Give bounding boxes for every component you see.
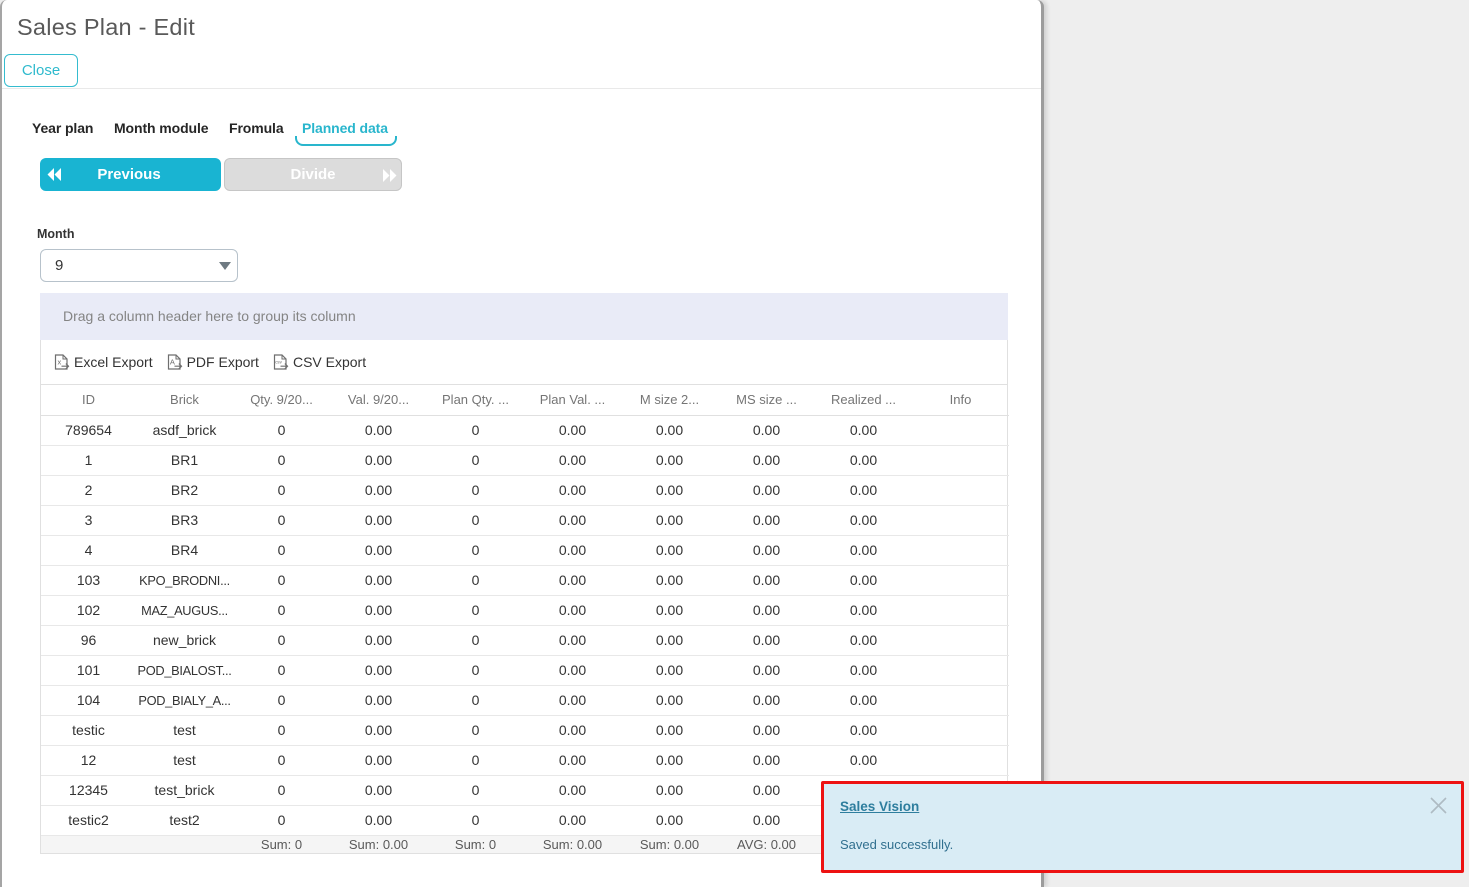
svg-text:A: A xyxy=(169,357,174,366)
svg-text:x: x xyxy=(58,357,62,366)
svg-text:csv: csv xyxy=(275,360,282,365)
